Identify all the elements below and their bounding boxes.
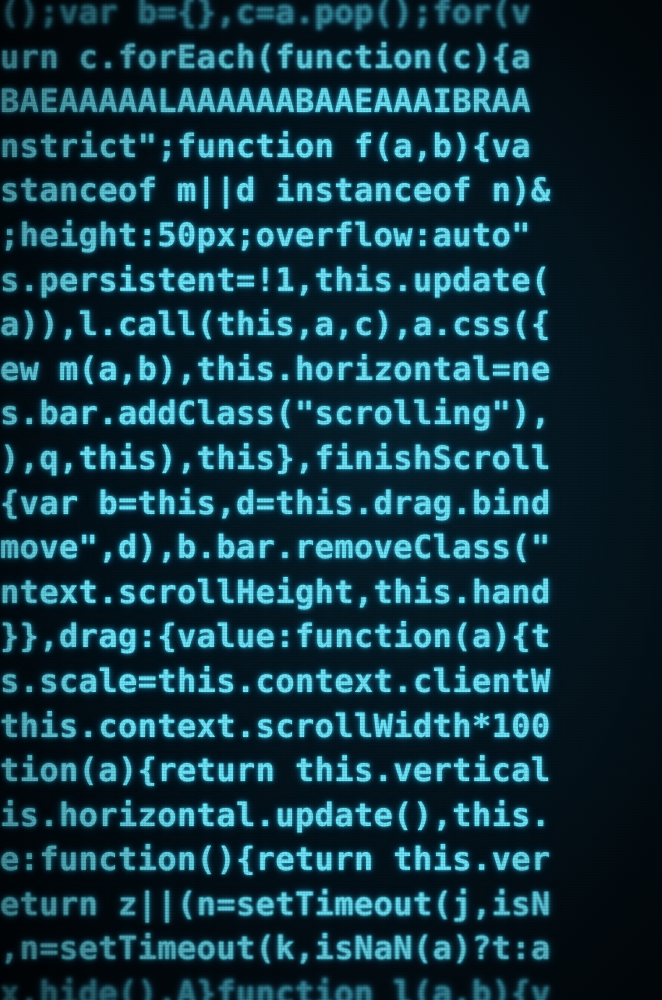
code-line: x.hide(),A}function l(a,b){v: [0, 974, 551, 1000]
code-line: stanceof m||d instanceof n)&: [0, 171, 551, 210]
code-line: s.scale=this.context.clientW: [0, 661, 551, 700]
code-line: s.bar.addClass("scrolling"),: [0, 394, 551, 433]
code-line: }},drag:{value:function(a){t: [0, 617, 551, 656]
code-line: s.persistent=!1,this.update(: [0, 260, 551, 299]
code-line: move",d),b.bar.removeClass(": [0, 528, 551, 567]
code-line: ),q,this),this},finishScroll: [0, 438, 551, 477]
code-line: urn c.forEach(function(c){a: [0, 37, 531, 76]
code-line: ew m(a,b),this.horizontal=ne: [0, 349, 551, 388]
code-line: ();var b={},c=a.pop();for(v: [0, 0, 531, 31]
code-line: this.context.scrollWidth*100: [0, 706, 551, 745]
code-line: {var b=this,d=this.drag.bind: [0, 483, 551, 522]
code-block: ();var b={},c=a.pop();for(v urn c.forEac…: [0, 0, 662, 1000]
code-line: ntext.scrollHeight,this.hand: [0, 572, 551, 611]
code-line: e:function(){return this.ver: [0, 840, 551, 879]
code-line: nstrict";function f(a,b){va: [0, 126, 531, 165]
code-screen-photo: ();var b={},c=a.pop();for(v urn c.forEac…: [0, 0, 662, 1000]
code-line: BAEAAAAALAAAAAABAAEAAAIBRAA: [0, 82, 531, 121]
code-line: tion(a){return this.vertical: [0, 751, 551, 790]
code-line: eturn z||(n=setTimeout(j,isN: [0, 884, 551, 923]
code-line: ;height:50px;overflow:auto": [0, 215, 531, 254]
code-line: a)),l.call(this,a,c),a.css({: [0, 305, 551, 344]
code-line: ,n=setTimeout(k,isNaN(a)?t:a: [0, 929, 551, 968]
code-line: is.horizontal.update(),this.: [0, 795, 551, 834]
stock-id-watermark: 227555644: [0, 775, 4, 865]
